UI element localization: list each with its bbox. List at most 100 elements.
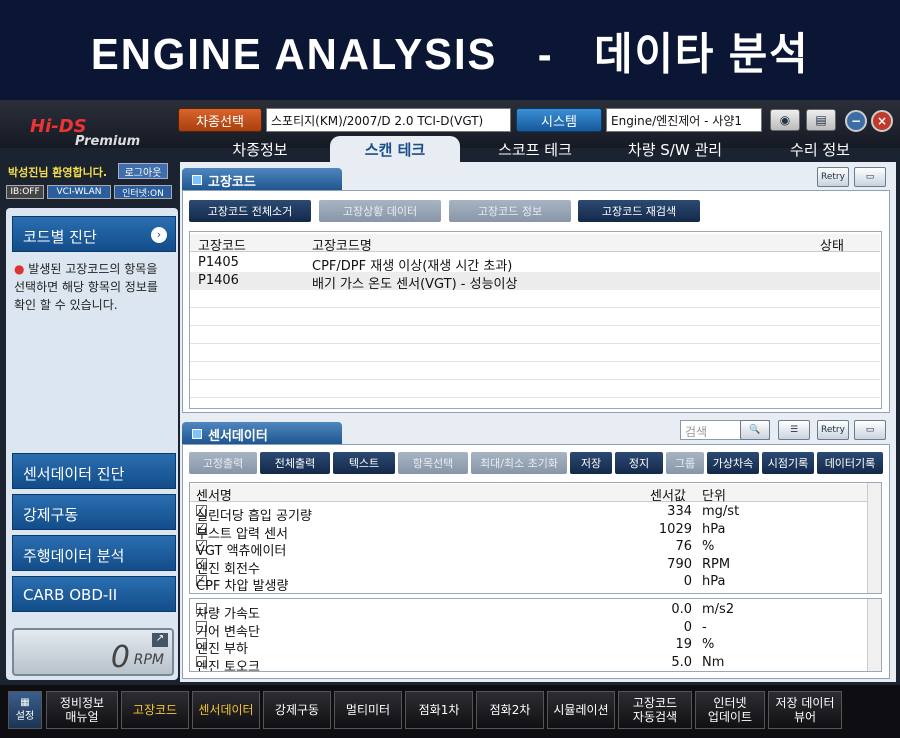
tab-scan-tech[interactable]: 스캔 테크	[330, 136, 460, 162]
list-item[interactable]: ✓ VGT 액츄에이터 76%	[190, 538, 868, 559]
simulation-button[interactable]: 시뮬레이션	[547, 691, 615, 729]
system-button[interactable]: 시스템	[516, 108, 602, 132]
ignition2-button[interactable]: 점화2차	[476, 691, 544, 729]
ignition1-button[interactable]: 점화1차	[405, 691, 473, 729]
group-button[interactable]: 그룹	[666, 452, 704, 474]
actuation-bottom-button[interactable]: 강제구동	[263, 691, 331, 729]
vehicle-select-button[interactable]: 차종선택	[178, 108, 262, 132]
expand-icon[interactable]: ↗	[152, 633, 168, 647]
sensor-name: 엔진 토오크	[196, 659, 260, 672]
all-output-button[interactable]: 전체출력	[260, 452, 330, 474]
sensor-value: 790	[667, 556, 692, 572]
list-item[interactable]: 차량 가속도 0.0 m/s2	[190, 601, 868, 622]
rpm-unit: RPM	[133, 652, 164, 668]
tab-vehicle-info[interactable]: 차종정보	[200, 136, 320, 162]
item-select-button[interactable]: 항목선택	[398, 452, 468, 474]
list-item[interactable]: 엔진 부하 19%	[190, 636, 868, 657]
banner-title: ENGINE ANALYSIS - 데이타 분석	[90, 30, 810, 79]
camera-icon[interactable]: ◉	[770, 109, 800, 131]
welcome-text: 박성진님 환영합니다.	[8, 166, 108, 179]
time-record-button[interactable]: 시점기록	[762, 452, 814, 474]
sensor-unit: %	[702, 539, 715, 554]
manual-button[interactable]: 정비정보 매뉴얼	[46, 691, 118, 729]
window-icon[interactable]: ▤	[806, 109, 836, 131]
logout-button[interactable]: 로그아웃	[118, 163, 168, 179]
chevron-right-icon: ›	[151, 227, 167, 243]
driving-data-button[interactable]: 주행데이터 분석	[12, 535, 176, 571]
tab-sw-manage[interactable]: 차량 S/W 관리	[600, 136, 750, 162]
code-diag-button[interactable]: 코드별 진단 ›	[12, 216, 176, 252]
list-item[interactable]: 엔진 토오크 5.0 Nm	[190, 654, 868, 672]
auto-dtc-button[interactable]: 고장코드 자동검색	[618, 691, 692, 729]
sensor-header: 센서데이터	[182, 422, 342, 444]
stop-button[interactable]: 정지	[615, 452, 663, 474]
sensor-name: CPF 차압 발생량	[196, 579, 289, 594]
sensor-unit: RPM	[702, 556, 731, 572]
maximize-icon[interactable]: ▭	[854, 167, 886, 187]
fixed-output-button[interactable]: 고정출력	[189, 452, 257, 474]
actuation-button[interactable]: 강제구동	[12, 494, 176, 530]
settings-icon: ▦	[20, 697, 30, 708]
sensor-data-bottom-button[interactable]: 센서데이터	[192, 691, 260, 729]
left-sidebar: 박성진님 환영합니다. 로그아웃 IB:OFF VCI-WLAN 인터넷:ON …	[0, 148, 178, 683]
left-panel: 코드별 진단 › ● 발생된 고장코드의 항목을 선택하면 해당 항목의 정보를 …	[6, 208, 178, 680]
sensor-value: 0.0	[671, 602, 692, 617]
clear-all-dtc-button[interactable]: 고장코드 전체소거	[189, 200, 311, 222]
sensor-diag-button[interactable]: 센서데이터 진단	[12, 453, 176, 489]
internet-update-button[interactable]: 인터넷 업데이트	[695, 691, 765, 729]
sensor-unit: Nm	[702, 654, 725, 670]
table-row[interactable]: P1405 CPF/DPF 재생 이상(재생 시간 초과)	[190, 254, 880, 274]
settings-label: 설정	[15, 711, 35, 722]
sensor-unit: m/s2	[702, 602, 735, 617]
retry-button[interactable]: Retry	[817, 167, 849, 187]
list-item[interactable]: ✓ 부스트 압력 센서 1029 hPa	[190, 521, 868, 542]
close-icon[interactable]: ×	[871, 110, 893, 132]
app-window: Hi-DS Premium 차종선택 스포티지(KM)/2007/D 2.0 TC…	[0, 100, 900, 738]
sensor-unit: hPa	[702, 574, 726, 589]
freeze-frame-button[interactable]: 고장상황 데이터	[319, 200, 441, 222]
hint-label: 발생된 고장코드의 항목을 선택하면 해당 항목의 정보를 확인 할 수 있습니…	[14, 262, 158, 312]
col-sensor-name: 센서명	[196, 489, 232, 504]
bottom-bar: ▦ 설정 정비정보 매뉴얼 고장코드 센서데이터 강제구동 멀티미터 점화1차 점화2차 시뮬레…	[0, 685, 900, 738]
save-button[interactable]: 저장	[570, 452, 612, 474]
vci-status: VCI-WLAN	[47, 185, 111, 199]
dtc-box: 고장코드 전체소거 고장상황 데이터 고장코드 정보 고장코드 재검색 고장코드…	[182, 190, 890, 413]
scrollbar[interactable]	[867, 483, 881, 593]
list-item[interactable]: 기어 변속단 0-	[190, 619, 868, 640]
dtc-table-header: 고장코드 고장코드명 상태	[190, 234, 880, 254]
sensor-unit: mg/st	[702, 504, 740, 519]
col-status: 상태	[820, 239, 844, 254]
sensor-retry-button[interactable]: Retry	[817, 420, 849, 440]
search-icon[interactable]: 🔍	[740, 420, 770, 440]
main-tabs: 차종정보 스캔 테크 스코프 테크 차량 S/W 관리 수리 정보	[180, 136, 900, 162]
minmax-reset-button[interactable]: 최대/최소 초기화	[471, 452, 567, 474]
dtc-info-button[interactable]: 고장코드 정보	[449, 200, 571, 222]
list-item[interactable]: ✓ 실린더당 흡입 공기량 334 mg/st	[190, 503, 868, 524]
data-record-button[interactable]: 데이터기록	[817, 452, 883, 474]
table-row[interactable]: P1406 배기 가스 온도 센서(VGT) - 성능이상	[190, 272, 880, 292]
tab-repair-info[interactable]: 수리 정보	[760, 136, 880, 162]
sensor-maximize-icon[interactable]: ▭	[854, 420, 886, 440]
col-sensor-unit: 단위	[702, 489, 726, 504]
minimize-icon[interactable]: −	[845, 110, 867, 132]
saved-data-viewer-button[interactable]: 저장 데이터 뷰어	[768, 691, 842, 729]
multimeter-button[interactable]: 멀티미터	[334, 691, 402, 729]
sensor-value: 334	[667, 504, 692, 519]
tab-scope-tech[interactable]: 스코프 테크	[470, 136, 600, 162]
scrollbar[interactable]	[867, 599, 881, 671]
virtual-speed-button[interactable]: 가상차속	[707, 452, 759, 474]
sensor-unit: hPa	[702, 521, 726, 537]
system-field[interactable]: Engine/엔진제어 - 사양1	[606, 108, 762, 132]
dtc-bottom-button[interactable]: 고장코드	[121, 691, 189, 729]
carb-obd-button[interactable]: CARB OBD-II	[12, 576, 176, 612]
col-name: 고장코드명	[312, 239, 372, 254]
text-button[interactable]: 텍스트	[333, 452, 395, 474]
settings-button[interactable]: ▦ 설정	[8, 691, 42, 729]
list-item[interactable]: ✓ CPF 차압 발생량 0 hPa	[190, 573, 868, 594]
list-item[interactable]: ✓ 엔진 회전수 790 RPM	[190, 556, 868, 577]
vehicle-field[interactable]: 스포티지(KM)/2007/D 2.0 TCI-D(VGT)	[266, 108, 511, 132]
dtc-rescan-button[interactable]: 고장코드 재검색	[578, 200, 700, 222]
list-icon[interactable]: ☰	[778, 420, 810, 440]
dtc-header: 고장코드	[182, 168, 342, 190]
sensor-unit: -	[702, 619, 707, 635]
